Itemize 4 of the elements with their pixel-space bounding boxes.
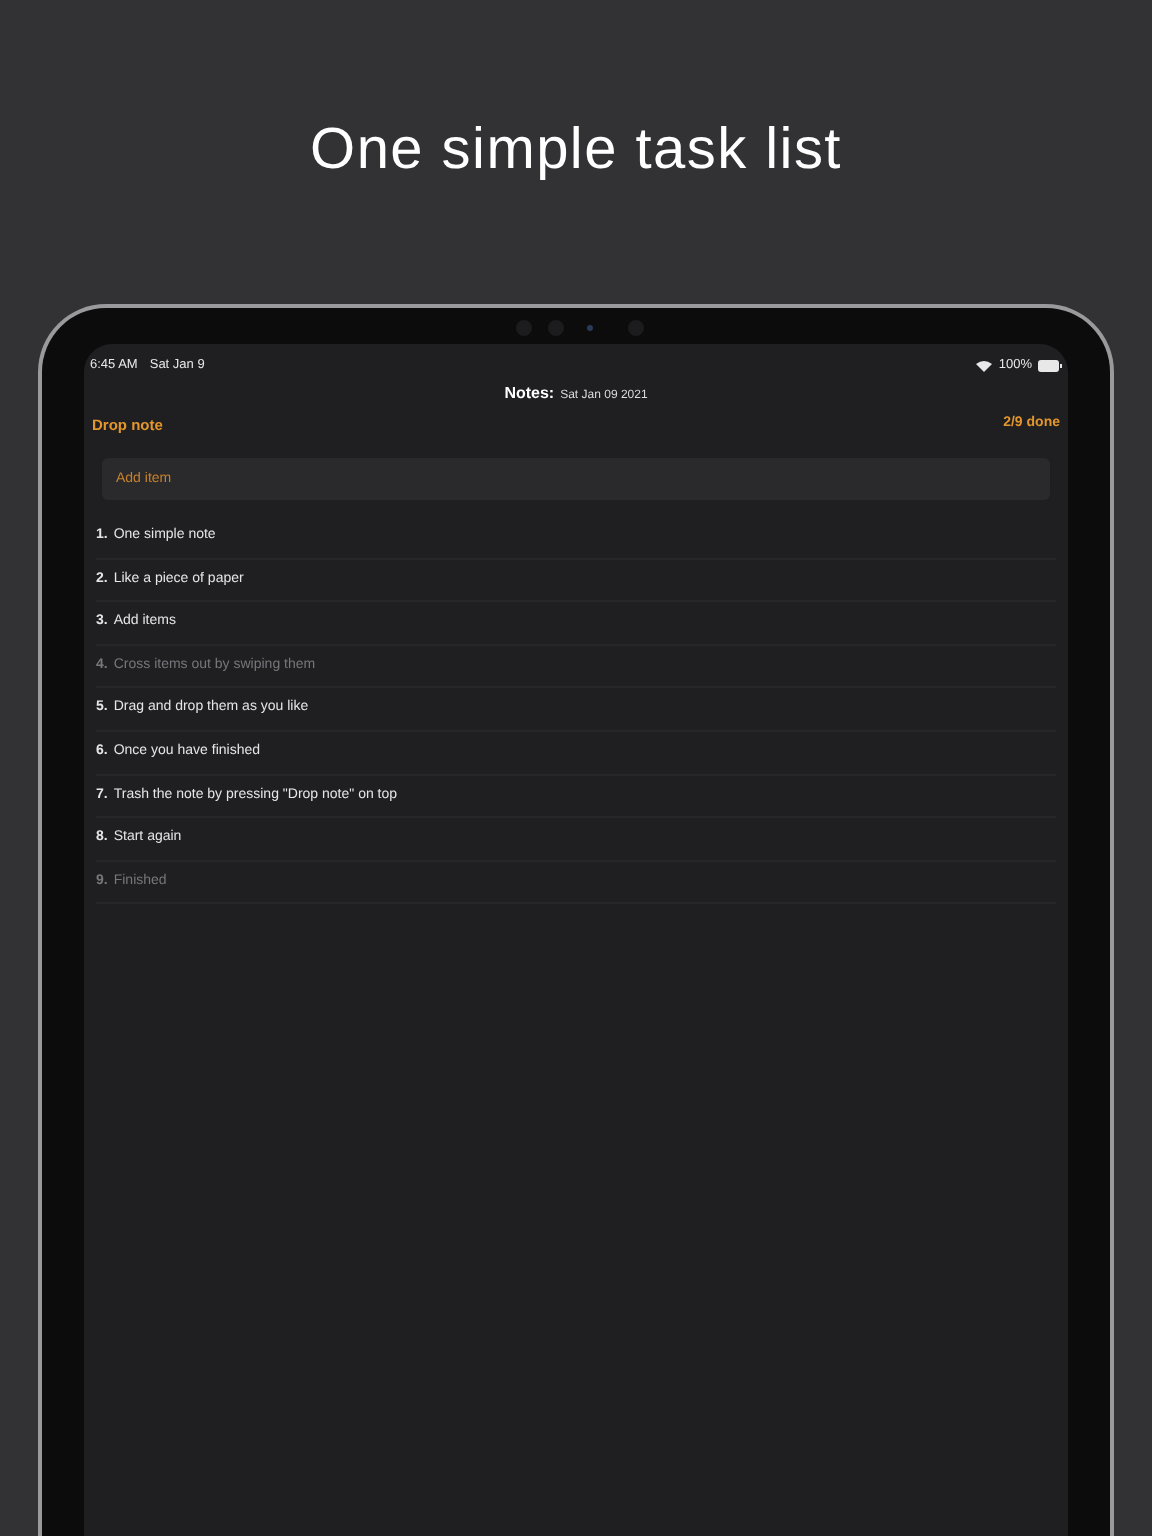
wifi-icon [976, 359, 993, 372]
headline: One simple task list [310, 116, 842, 187]
note-title: Notes: [504, 381, 555, 406]
battery-icon [1038, 359, 1062, 372]
